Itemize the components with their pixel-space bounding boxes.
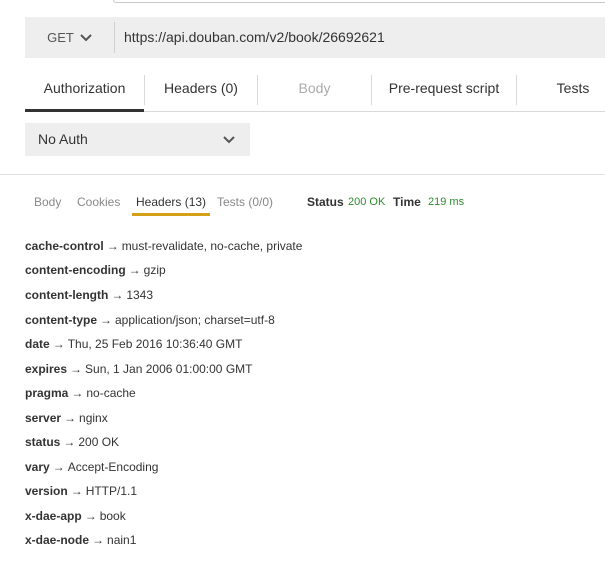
arrow-icon: → [70, 484, 83, 498]
arrow-icon: → [70, 362, 83, 376]
header-key: content-encoding [25, 263, 126, 277]
response-tab-cookies[interactable]: Cookies [77, 193, 120, 217]
section-divider [0, 174, 605, 175]
header-value: Accept-Encoding [67, 460, 159, 474]
header-key: expires [25, 362, 68, 376]
header-row: content-encoding → gzip [25, 261, 166, 279]
method-label: GET [47, 30, 74, 45]
top-border [113, 0, 605, 3]
chevron-down-icon [223, 136, 235, 144]
header-row: status → 200 OK [25, 433, 119, 451]
header-row: content-type → application/json; charset=u… [25, 311, 275, 329]
arrow-icon: → [52, 337, 65, 351]
url-input[interactable]: https://api.douban.com/v2/book/26692621 [124, 17, 385, 58]
header-key: x-dae-app [25, 509, 82, 523]
tab-tests[interactable]: Tests [517, 72, 605, 111]
header-row: version → HTTP/1.1 [25, 482, 137, 500]
header-key: date [25, 337, 50, 351]
response-tab-body[interactable]: Body [34, 193, 61, 217]
header-row: x-dae-app → book [25, 507, 126, 525]
tab-body[interactable]: Body [258, 72, 371, 111]
header-row: cache-control → must-revalidate, no-cache,… [25, 237, 302, 255]
tab-headers[interactable]: Headers (0) [145, 72, 257, 111]
arrow-icon: → [63, 435, 76, 449]
header-row: expires → Sun, 1 Jan 2006 01:00:00 GMT [25, 360, 252, 378]
header-row: server → nginx [25, 409, 108, 427]
status-value: 200 OK [348, 196, 386, 208]
auth-type-select[interactable]: No Auth [25, 123, 250, 156]
header-value: 200 OK [78, 435, 120, 449]
header-value: nain1 [107, 533, 137, 547]
arrow-icon: → [64, 411, 77, 425]
header-key: status [25, 435, 61, 449]
header-row: vary → Accept-Encoding [25, 458, 158, 476]
header-key: content-length [25, 288, 109, 302]
arrow-icon: → [128, 263, 141, 277]
header-key: content-type [25, 313, 97, 327]
tab-pre-request-script[interactable]: Pre-request script [372, 72, 516, 111]
header-value: must-revalidate, no-cache, private [121, 239, 303, 253]
header-row: x-dae-node → nain1 [25, 531, 136, 549]
header-value: Sun, 1 Jan 2006 01:00:00 GMT [85, 362, 253, 376]
chevron-down-icon [80, 33, 92, 41]
arrow-icon: → [52, 460, 65, 474]
header-key: pragma [25, 386, 69, 400]
header-value: application/json; charset=utf-8 [115, 313, 275, 327]
header-key: version [25, 484, 68, 498]
arrow-icon: → [111, 288, 124, 302]
arrow-icon: → [71, 386, 84, 400]
header-row: content-length → 1343 [25, 286, 153, 304]
header-row: date → Thu, 25 Feb 2016 10:36:40 GMT [25, 335, 242, 353]
header-key: cache-control [25, 239, 104, 253]
header-value: book [99, 509, 126, 523]
header-value: nginx [79, 411, 108, 425]
response-tab-tests[interactable]: Tests (0/0) [217, 193, 273, 217]
request-tabs: Authorization Headers (0) Body Pre-reque… [25, 72, 605, 112]
auth-type-label: No Auth [38, 131, 88, 147]
header-value: Thu, 25 Feb 2016 10:36:40 GMT [67, 337, 243, 351]
response-tab-headers[interactable]: Headers (13) [131, 193, 211, 217]
header-value: 1343 [126, 288, 154, 302]
tab-authorization[interactable]: Authorization [25, 72, 144, 112]
time-label: Time [393, 195, 421, 209]
header-value: gzip [143, 263, 166, 277]
header-value: HTTP/1.1 [85, 484, 138, 498]
request-bar: GET https://api.douban.com/v2/book/26692… [25, 17, 605, 58]
time-value: 219 ms [428, 196, 465, 208]
header-key: x-dae-node [25, 533, 90, 547]
method-select[interactable]: GET [25, 17, 115, 58]
url-divider [114, 22, 115, 53]
header-value: no-cache [86, 386, 136, 400]
arrow-icon: → [92, 533, 105, 547]
header-key: server [25, 411, 62, 425]
status-label: Status [307, 195, 344, 209]
header-key: vary [25, 460, 50, 474]
arrow-icon: → [106, 239, 119, 253]
arrow-icon: → [100, 313, 112, 327]
arrow-icon: → [84, 509, 97, 523]
header-row: pragma → no-cache [25, 384, 136, 402]
